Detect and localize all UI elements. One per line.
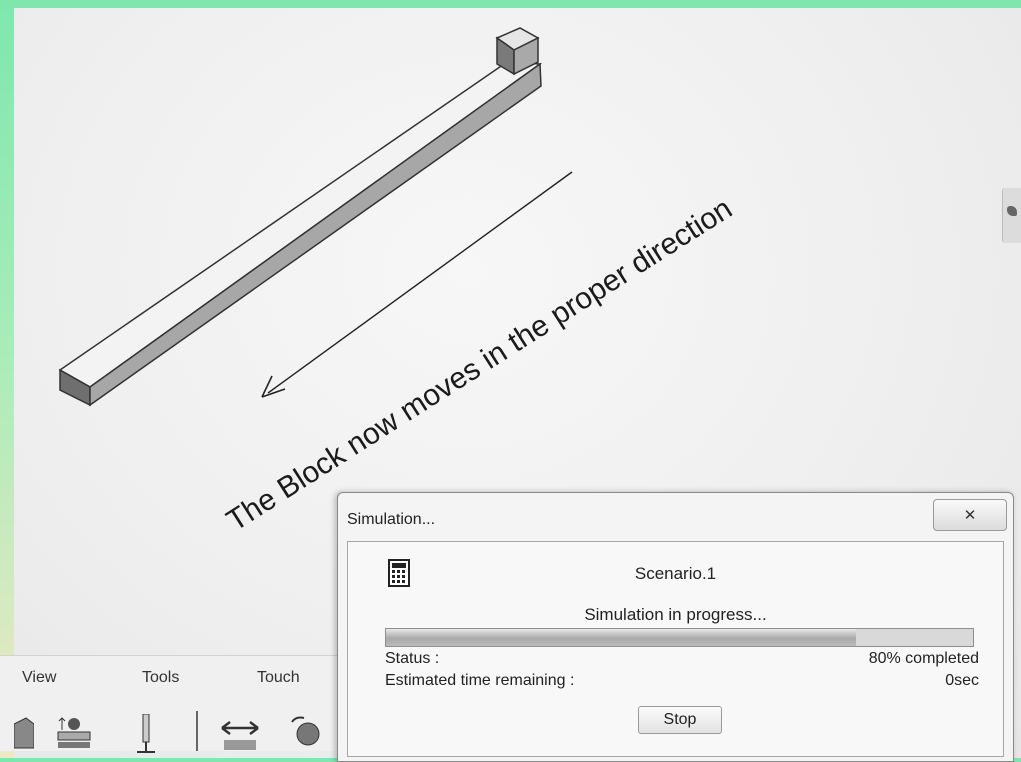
status-label: Status : xyxy=(385,650,440,667)
dialog-title: Simulation... xyxy=(347,511,436,528)
menu-touch[interactable]: Touch xyxy=(257,669,300,687)
bottom-toolbar: View Tools Touch xyxy=(0,655,340,754)
progress-bar-fill xyxy=(386,629,856,646)
part-icon[interactable] xyxy=(14,714,34,750)
close-button[interactable]: ✕ xyxy=(933,499,1007,531)
time-remaining-label: Estimated time remaining : xyxy=(385,672,575,689)
status-value: 80% completed xyxy=(868,650,979,667)
stop-button[interactable]: Stop xyxy=(638,706,722,734)
progress-message: Simulation in progress... xyxy=(584,605,767,624)
rotate-icon[interactable] xyxy=(288,714,328,754)
dialog-body: Scenario.1 Simulation in progress... Sta… xyxy=(347,541,1004,757)
column-icon[interactable] xyxy=(134,714,158,754)
scenario-name: Scenario.1 xyxy=(634,564,717,583)
simulation-dialog: Simulation... ✕ Scenario.1 Simulation in… xyxy=(337,492,1014,762)
side-panel-tab[interactable] xyxy=(1002,188,1021,243)
menu-view[interactable]: View xyxy=(22,669,56,687)
conveyor-icon[interactable] xyxy=(56,714,92,750)
progress-bar xyxy=(385,628,974,647)
translate-arrow-icon[interactable] xyxy=(220,714,260,754)
toolbar-separator xyxy=(196,711,198,751)
menu-tools[interactable]: Tools xyxy=(142,669,179,687)
time-remaining-value: 0sec xyxy=(945,672,979,689)
close-icon: ✕ xyxy=(963,507,977,524)
